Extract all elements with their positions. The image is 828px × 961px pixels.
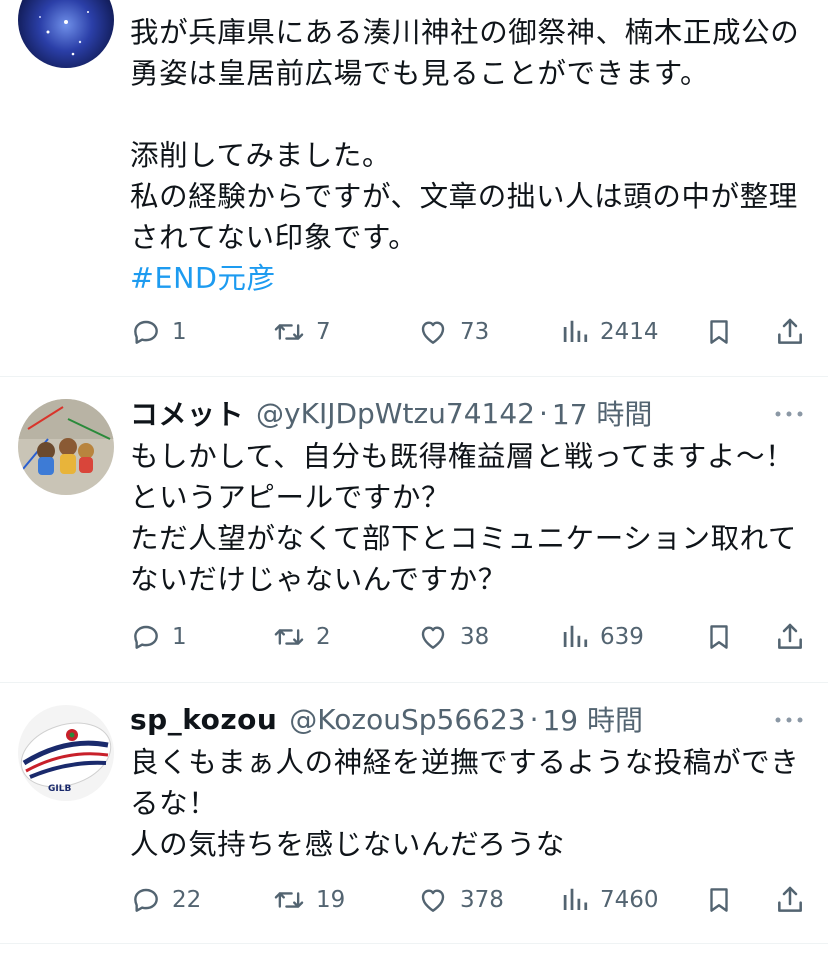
hashtag-link[interactable]: #END元彦	[130, 262, 276, 295]
analytics-icon	[563, 320, 588, 342]
like-button[interactable]: 73	[416, 312, 489, 352]
tweet-body: 我が兵庫県にある湊川神社の御祭神、楠木正成公の勇姿は皇居前広場でも見ることができ…	[130, 12, 800, 299]
separator-dot: ·	[538, 396, 548, 430]
share-icon	[778, 886, 802, 912]
like-count: 73	[460, 319, 490, 345]
tweet-body-line: 良くもまぁ人の神経を逆撫でするような投稿ができるな！	[130, 746, 800, 820]
views-button[interactable]: 7460	[560, 880, 659, 920]
retweet-icon	[274, 324, 304, 340]
analytics-icon	[563, 888, 588, 910]
display-name[interactable]: コメット	[130, 393, 244, 433]
bookmark-icon	[710, 888, 728, 912]
timestamp[interactable]: 17 時間	[552, 393, 653, 433]
reply-count: 1	[172, 319, 187, 345]
like-button[interactable]: 38	[416, 617, 489, 657]
share-icon	[778, 318, 802, 344]
retweet-button[interactable]: 19	[272, 880, 345, 920]
share-icon	[778, 623, 802, 649]
retweet-button[interactable]: 7	[272, 312, 331, 352]
galaxy-avatar-icon	[18, 0, 114, 68]
more-options-icon[interactable]	[774, 715, 804, 725]
retweet-icon	[274, 892, 304, 908]
reply-icon	[134, 320, 158, 344]
user-handle[interactable]: @yKIJDpWtzu74142	[256, 397, 535, 430]
views-button[interactable]: 2414	[560, 312, 659, 352]
tweet-actions: 22 19 378 7460	[130, 880, 810, 920]
tweet-1[interactable]: 我が兵庫県にある湊川神社の御祭神、楠木正成公の勇姿は皇居前広場でも見ることができ…	[0, 0, 828, 376]
retweet-button[interactable]: 2	[272, 617, 331, 657]
reply-button[interactable]: 1	[130, 617, 187, 657]
reply-button[interactable]: 1	[130, 312, 187, 352]
reply-button[interactable]: 22	[130, 880, 201, 920]
retweet-count: 7	[316, 319, 331, 345]
share-button[interactable]	[774, 880, 806, 920]
svg-text:GILB: GILB	[48, 784, 71, 794]
more-options-icon[interactable]	[774, 409, 804, 419]
bookmark-button[interactable]	[704, 312, 734, 352]
tweet-actions: 1 7 73 2414	[130, 312, 810, 352]
tweet-body-line: 人の気持ちを感じないんだろうな	[130, 828, 565, 861]
tweet-body: もしかして、自分も既得権益層と戦ってますよ～！というアピールですか？ ただ人望が…	[130, 436, 800, 600]
views-count: 639	[600, 624, 644, 650]
avatar[interactable]	[18, 399, 114, 495]
tweet-body-line: 添削してみました。	[130, 139, 392, 172]
bookmark-button[interactable]	[704, 617, 734, 657]
tweet-body-line: ただ人望がなくて部下とコミュニケーション取れてないだけじゃないんですか？	[130, 522, 798, 596]
like-count: 378	[460, 887, 504, 913]
user-handle[interactable]: @KozouSp56623	[289, 703, 525, 736]
views-count: 7460	[600, 887, 659, 913]
timestamp[interactable]: 19 時間	[542, 699, 643, 739]
tweet-body-line: もしかして、自分も既得権益層と戦ってますよ～！というアピールですか？	[130, 440, 795, 514]
tweet-header: コメット @yKIJDpWtzu74142 · 17 時間	[130, 391, 652, 435]
reply-icon	[134, 625, 158, 649]
figurines-avatar-icon	[18, 399, 114, 495]
tweet-body-line: 私の経験からですが、文章の拙い人は頭の中が整理されてない印象です。	[130, 180, 798, 254]
bookmark-button[interactable]	[704, 880, 734, 920]
divider	[0, 943, 828, 944]
reply-count: 22	[172, 887, 202, 913]
like-button[interactable]: 378	[416, 880, 504, 920]
retweet-count: 19	[316, 887, 346, 913]
heart-icon	[421, 321, 445, 344]
bookmark-icon	[710, 320, 728, 344]
reply-count: 1	[172, 624, 187, 650]
tweet-3[interactable]: GILB sp_kozou @KozouSp56623 · 19 時間 良くもま…	[0, 683, 828, 943]
avatar[interactable]: GILB	[18, 705, 114, 801]
tweet-body-line	[130, 94, 800, 135]
rugby-ball-avatar-icon: GILB	[18, 705, 114, 801]
separator-dot: ·	[529, 702, 539, 736]
retweet-icon	[274, 629, 304, 645]
views-button[interactable]: 639	[560, 617, 644, 657]
heart-icon	[421, 626, 445, 649]
reply-icon	[134, 888, 158, 912]
display-name[interactable]: sp_kozou	[130, 703, 277, 736]
tweet-body-line: 我が兵庫県にある湊川神社の御祭神、楠木正成公の勇姿は皇居前広場でも見ることができ…	[130, 16, 800, 90]
tweet-body: 良くもまぁ人の神経を逆撫でするような投稿ができるな！ 人の気持ちを感じないんだろ…	[130, 742, 800, 865]
like-count: 38	[460, 624, 490, 650]
heart-icon	[421, 889, 445, 912]
analytics-icon	[563, 625, 588, 647]
tweet-actions: 1 2 38 639	[130, 617, 810, 657]
tweet-header: sp_kozou @KozouSp56623 · 19 時間	[130, 697, 643, 741]
tweet-2[interactable]: コメット @yKIJDpWtzu74142 · 17 時間 もしかして、自分も既…	[0, 377, 828, 682]
bookmark-icon	[710, 625, 728, 649]
views-count: 2414	[600, 319, 659, 345]
share-button[interactable]	[774, 617, 806, 657]
retweet-count: 2	[316, 624, 331, 650]
share-button[interactable]	[774, 312, 806, 352]
avatar[interactable]	[18, 0, 114, 68]
